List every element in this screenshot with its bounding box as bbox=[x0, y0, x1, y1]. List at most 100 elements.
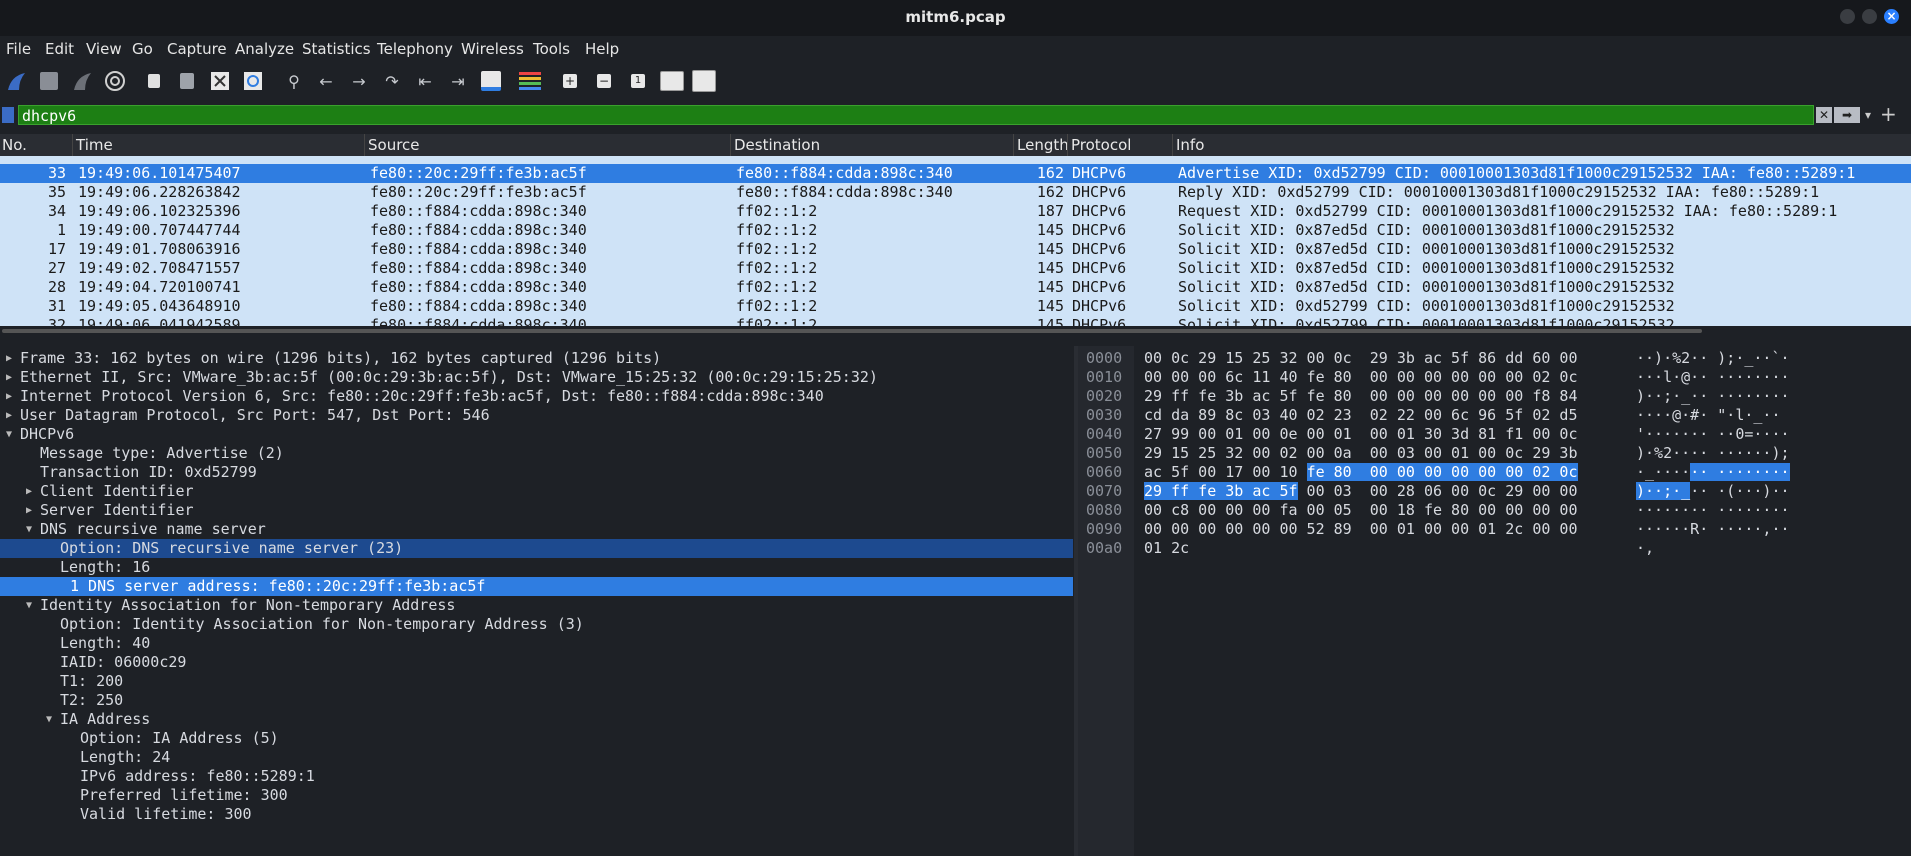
detail-tree-item[interactable]: Option: IA Address (5) bbox=[0, 729, 1073, 748]
menu-edit[interactable]: Edit bbox=[45, 40, 74, 58]
menu-tools[interactable]: Tools bbox=[533, 40, 570, 58]
column-time[interactable]: Time bbox=[76, 136, 113, 154]
save-file-icon[interactable] bbox=[175, 69, 199, 93]
detail-tree-item[interactable]: Preferred lifetime: 300 bbox=[0, 786, 1073, 805]
restart-fin-icon[interactable] bbox=[70, 69, 94, 93]
search-icon[interactable]: ⚲ bbox=[282, 69, 306, 93]
hex-bytes-line[interactable]: 00 0c 29 15 25 32 00 0c 29 3b ac 5f 86 d… bbox=[1144, 349, 1577, 367]
hex-bytes-line[interactable]: 00 00 00 6c 11 40 fe 80 00 00 00 00 00 0… bbox=[1144, 368, 1577, 386]
packet-row[interactable]: 35 19:49:06.228263842 fe80::20c:29ff:fe3b:… bbox=[0, 183, 1911, 202]
menu-go[interactable]: Go bbox=[132, 40, 153, 58]
menu-help[interactable]: Help bbox=[585, 40, 619, 58]
menu-wireless[interactable]: Wireless bbox=[461, 40, 524, 58]
detail-tree-item[interactable]: T1: 200 bbox=[0, 672, 1073, 691]
options-gear-icon[interactable] bbox=[103, 69, 127, 93]
hex-bytes-line[interactable]: 00 c8 00 00 00 fa 00 05 00 18 fe 80 00 0… bbox=[1144, 501, 1577, 519]
hex-bytes-line[interactable]: 29 ff fe 3b ac 5f fe 80 00 00 00 00 00 0… bbox=[1144, 387, 1577, 405]
colorize-icon[interactable] bbox=[518, 69, 542, 93]
menu-statistics[interactable]: Statistics bbox=[302, 40, 371, 58]
detail-tree-item[interactable]: 1 DNS server address: fe80::20c:29ff:fe3… bbox=[0, 577, 1073, 596]
open-file-icon[interactable] bbox=[142, 69, 166, 93]
column-length[interactable]: Length bbox=[1017, 136, 1069, 154]
detail-tree-item[interactable]: Option: DNS recursive name server (23) bbox=[0, 539, 1073, 558]
clear-filter-icon[interactable]: ✕ bbox=[1816, 107, 1832, 123]
detail-tree-item[interactable]: ▼ IA Address bbox=[0, 710, 1073, 729]
hex-ascii-line[interactable]: ··)·%2·· );·_··`· bbox=[1636, 349, 1790, 367]
shark-fin-start-icon[interactable] bbox=[4, 69, 28, 93]
go-to-packet-icon[interactable]: ↷ bbox=[380, 69, 404, 93]
detail-tree-item[interactable]: IPv6 address: fe80::5289:1 bbox=[0, 767, 1073, 786]
menu-file[interactable]: File bbox=[6, 40, 31, 58]
packet-row[interactable]: 1 19:49:00.707447744 fe80::f884:cdda:898c:… bbox=[0, 221, 1911, 240]
collapse-arrow-icon[interactable]: ▼ bbox=[26, 524, 32, 535]
close-window-button[interactable]: × bbox=[1884, 9, 1899, 24]
detail-tree-item[interactable]: ▼ Identity Association for Non-temporary … bbox=[0, 596, 1073, 615]
column-info[interactable]: Info bbox=[1176, 136, 1204, 154]
column-no[interactable]: No. bbox=[2, 136, 27, 154]
zoom-out-icon[interactable]: − bbox=[592, 69, 616, 93]
hex-ascii-line[interactable]: )··;·_·· ········ bbox=[1636, 387, 1790, 405]
hex-ascii-line[interactable]: ······R· ·····,·· bbox=[1636, 520, 1790, 538]
expand-arrow-icon[interactable]: ▶ bbox=[26, 486, 32, 497]
hex-ascii-line[interactable]: '······· ··0=···· bbox=[1636, 425, 1790, 443]
detail-tree-item[interactable]: ▼ DHCPv6 bbox=[0, 425, 1073, 444]
menu-capture[interactable]: Capture bbox=[167, 40, 227, 58]
stop-square-icon[interactable] bbox=[37, 69, 61, 93]
collapse-arrow-icon[interactable]: ▼ bbox=[6, 429, 12, 440]
menu-view[interactable]: View bbox=[86, 40, 122, 58]
scrollbar-thumb[interactable] bbox=[2, 329, 1702, 333]
hex-ascii-line[interactable]: ···l·@·· ········ bbox=[1636, 368, 1790, 386]
detail-tree-item[interactable]: ▶ Ethernet II, Src: VMware_3b:ac:5f (00:0… bbox=[0, 368, 1073, 387]
reload-file-icon[interactable] bbox=[241, 69, 265, 93]
hex-bytes-line[interactable]: 27 99 00 01 00 0e 00 01 00 01 30 3d 81 f… bbox=[1144, 425, 1577, 443]
detail-tree-item[interactable]: Message type: Advertise (2) bbox=[0, 444, 1073, 463]
minimize-button[interactable] bbox=[1840, 9, 1855, 24]
collapse-arrow-icon[interactable]: ▼ bbox=[26, 600, 32, 611]
packet-list-scrollbar[interactable] bbox=[0, 326, 1911, 336]
layout-icon[interactable] bbox=[692, 69, 716, 93]
packet-row[interactable]: 17 19:49:01.708063916 fe80::f884:cdda:898c… bbox=[0, 240, 1911, 259]
autoscroll-icon[interactable] bbox=[479, 69, 503, 93]
add-filter-button[interactable]: + bbox=[1880, 102, 1897, 126]
detail-tree-item[interactable]: Valid lifetime: 300 bbox=[0, 805, 1073, 824]
hex-bytes-line[interactable]: 01 2c bbox=[1144, 539, 1189, 557]
collapse-arrow-icon[interactable]: ▼ bbox=[46, 714, 52, 725]
zoom-in-icon[interactable]: + bbox=[558, 69, 582, 93]
detail-tree-item[interactable]: ▼ DNS recursive name server bbox=[0, 520, 1073, 539]
normal-size-icon[interactable]: 1 bbox=[626, 69, 650, 93]
display-filter-input[interactable]: dhcpv6 bbox=[18, 105, 1814, 125]
close-file-icon[interactable] bbox=[208, 69, 232, 93]
detail-tree-item[interactable]: Length: 40 bbox=[0, 634, 1073, 653]
filter-history-chevron-icon[interactable]: ▾ bbox=[1862, 107, 1874, 123]
hex-ascii-line[interactable]: ·, bbox=[1636, 539, 1654, 557]
detail-tree-item[interactable]: ▶ User Datagram Protocol, Src Port: 547, … bbox=[0, 406, 1073, 425]
forward-arrow-icon[interactable]: → bbox=[347, 69, 371, 93]
packet-row[interactable]: 31 19:49:05.043648910 fe80::f884:cdda:898c… bbox=[0, 297, 1911, 316]
expand-arrow-icon[interactable]: ▶ bbox=[26, 505, 32, 516]
hex-bytes-line[interactable]: 00 00 00 00 00 00 52 89 00 01 00 00 01 2… bbox=[1144, 520, 1577, 538]
hex-bytes-line[interactable]: cd da 89 8c 03 40 02 23 02 22 00 6c 96 5… bbox=[1144, 406, 1577, 424]
detail-tree-item[interactable]: ▶ Internet Protocol Version 6, Src: fe80:… bbox=[0, 387, 1073, 406]
packet-row[interactable]: 33 19:49:06.101475407 fe80::20c:29ff:fe3b:… bbox=[0, 164, 1911, 183]
menu-telephony[interactable]: Telephony bbox=[377, 40, 453, 58]
bookmark-icon[interactable] bbox=[2, 107, 14, 123]
first-packet-icon[interactable]: ⇤ bbox=[413, 69, 437, 93]
detail-tree-item[interactable]: Length: 24 bbox=[0, 748, 1073, 767]
detail-tree-item[interactable]: ▶ Client Identifier bbox=[0, 482, 1073, 501]
last-packet-icon[interactable]: ⇥ bbox=[446, 69, 470, 93]
packet-row[interactable]: 27 19:49:02.708471557 fe80::f884:cdda:898c… bbox=[0, 259, 1911, 278]
hex-bytes-line[interactable]: 29 15 25 32 00 02 00 0a 00 03 00 01 00 0… bbox=[1144, 444, 1577, 462]
hex-ascii-line[interactable]: ·_······ ········ bbox=[1636, 463, 1790, 481]
hex-bytes-line[interactable]: 29 ff fe 3b ac 5f 00 03 00 28 06 00 0c 2… bbox=[1144, 482, 1578, 500]
detail-tree-item[interactable]: IAID: 06000c29 bbox=[0, 653, 1073, 672]
expand-arrow-icon[interactable]: ▶ bbox=[6, 353, 12, 364]
detail-tree-item[interactable]: Length: 16 bbox=[0, 558, 1073, 577]
hex-ascii-line[interactable]: )·%2···· ······); bbox=[1636, 444, 1790, 462]
column-destination[interactable]: Destination bbox=[734, 136, 820, 154]
expand-arrow-icon[interactable]: ▶ bbox=[6, 372, 12, 383]
column-source[interactable]: Source bbox=[368, 136, 420, 154]
detail-tree-item[interactable]: ▶ Frame 33: 162 bytes on wire (1296 bits)… bbox=[0, 349, 1073, 368]
column-protocol[interactable]: Protocol bbox=[1071, 136, 1131, 154]
packet-row[interactable]: 28 19:49:04.720100741 fe80::f884:cdda:898c… bbox=[0, 278, 1911, 297]
detail-tree-item[interactable]: T2: 250 bbox=[0, 691, 1073, 710]
